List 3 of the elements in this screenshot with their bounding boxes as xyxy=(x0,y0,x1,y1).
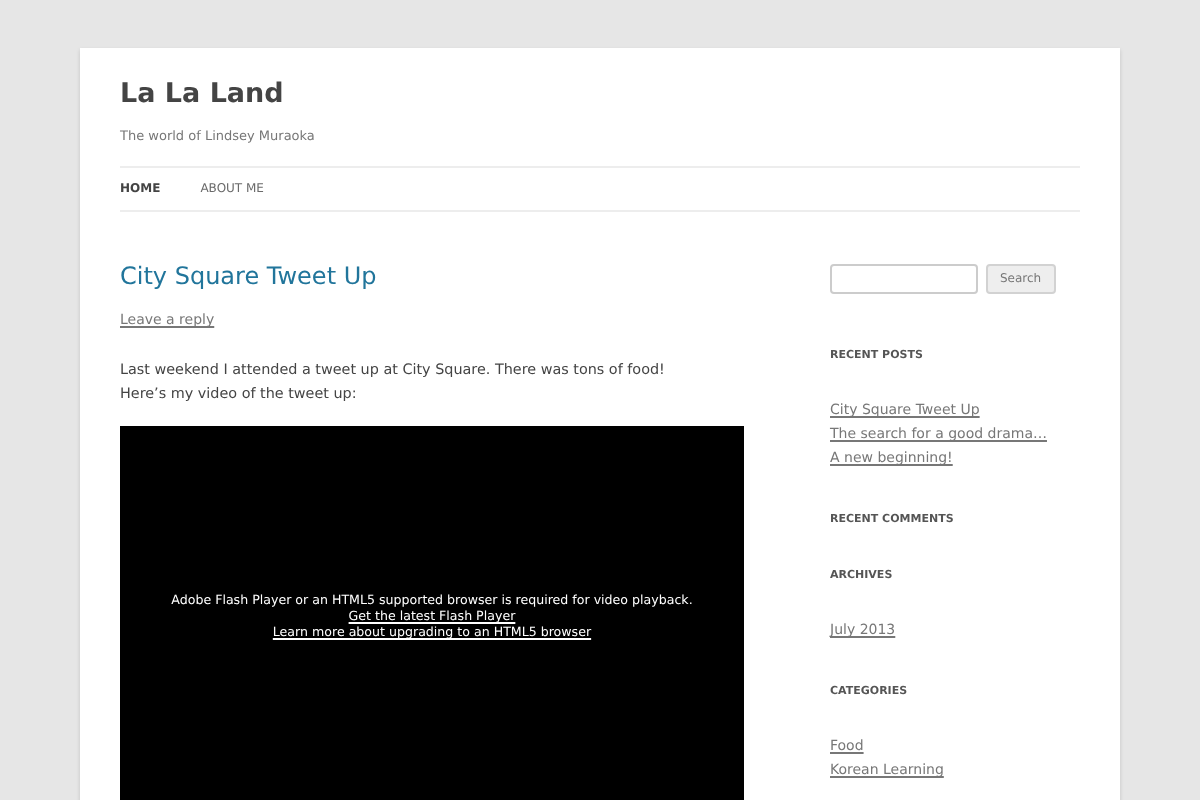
search-field[interactable] xyxy=(830,264,978,294)
site-title[interactable]: La La Land xyxy=(120,76,1080,112)
post-title[interactable]: City Square Tweet Up xyxy=(120,260,744,292)
